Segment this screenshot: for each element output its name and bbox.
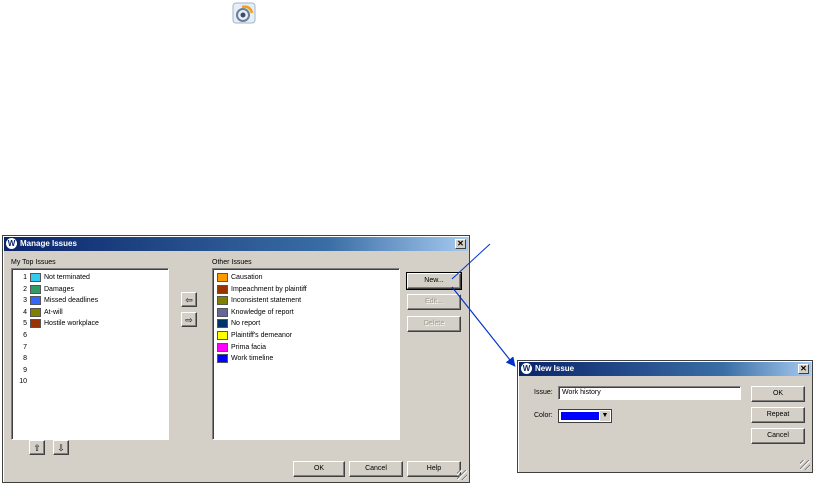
other-issues-label: Other Issues	[212, 259, 252, 266]
color-swatch	[217, 331, 228, 340]
w-logo-icon: W	[521, 363, 532, 374]
list-item[interactable]: Causation	[217, 273, 263, 283]
list-item-number: 7	[23, 343, 27, 351]
w-logo-icon: W	[6, 238, 17, 249]
list-item[interactable]: Work timeline	[217, 354, 273, 364]
list-item-number: 8	[23, 355, 27, 363]
top-issues-list[interactable]: 1 Not terminated 2 Damages 3 Missed deadlines…	[11, 268, 169, 440]
list-item-label: Missed deadlines	[44, 297, 99, 305]
help-button[interactable]: Help	[407, 461, 461, 477]
list-item-label: Inconsistent statement	[231, 297, 302, 305]
new-issue-titlebar[interactable]: W New Issue ✕	[519, 362, 811, 376]
resize-grip-icon[interactable]	[800, 460, 810, 470]
new-issue-ok-button[interactable]: OK	[751, 386, 805, 402]
list-item[interactable]: 3 Missed deadlines	[16, 296, 98, 306]
list-item[interactable]: 10	[16, 377, 30, 387]
repeat-button[interactable]: Repeat	[751, 407, 805, 423]
list-item-label: Damages	[44, 285, 74, 293]
close-icon[interactable]: ✕	[798, 364, 809, 374]
list-item[interactable]: Prima facia	[217, 342, 267, 353]
list-item-number: 5	[23, 320, 27, 328]
list-item[interactable]: Plaintiff's demeanor	[217, 331, 292, 341]
list-item[interactable]: Inconsistent statement	[217, 296, 301, 306]
close-icon[interactable]: ✕	[455, 239, 466, 249]
edit-button[interactable]: Edit...	[407, 294, 461, 310]
list-item[interactable]: 1 Not terminated	[16, 273, 90, 283]
list-item[interactable]: 2 Damages	[16, 284, 74, 295]
move-left-button[interactable]: ⇦	[181, 292, 197, 307]
list-item[interactable]: No report	[217, 319, 260, 329]
list-item[interactable]: 9	[16, 366, 30, 376]
cancel-button[interactable]: Cancel	[349, 461, 403, 477]
list-item-number: 3	[23, 297, 27, 305]
color-swatch	[561, 412, 599, 420]
issue-label: Issue:	[534, 389, 553, 396]
new-issue-cancel-button[interactable]: Cancel	[751, 428, 805, 444]
color-swatch	[217, 273, 228, 282]
color-swatch	[30, 273, 41, 282]
color-label: Color:	[534, 412, 553, 419]
list-item-number: 4	[23, 308, 27, 316]
camera-lens-icon	[232, 2, 256, 24]
list-item-label: At-will	[44, 308, 63, 316]
other-issues-list[interactable]: Causation Impeachment by plaintiff Inconsi…	[212, 268, 400, 440]
dialog-title: New Issue	[535, 364, 575, 373]
color-swatch	[30, 307, 41, 317]
list-item-label: Impeachment by plaintiff	[231, 285, 307, 293]
list-item-label: Knowledge of report	[231, 308, 294, 316]
list-item[interactable]: 4 At-will	[16, 307, 63, 318]
list-item-number: 9	[23, 366, 27, 374]
move-right-button[interactable]: ⇨	[181, 312, 197, 327]
color-swatch	[217, 296, 228, 306]
issue-input[interactable]: Work history	[558, 386, 741, 400]
color-swatch	[30, 319, 41, 329]
list-item-label: Prima facia	[231, 343, 267, 351]
color-swatch	[217, 319, 228, 329]
list-item-label: Causation	[231, 274, 263, 281]
manage-issues-dialog: W Manage Issues ✕ My Top Issues 1 Not ter…	[2, 235, 470, 483]
list-item[interactable]: 5 Hostile workplace	[16, 319, 99, 329]
list-item[interactable]: 7	[16, 343, 30, 353]
color-picker[interactable]: ▼	[558, 409, 612, 423]
color-swatch	[217, 307, 228, 317]
list-item[interactable]: Impeachment by plaintiff	[217, 284, 307, 295]
color-swatch	[217, 342, 228, 352]
delete-button[interactable]: Delete	[407, 316, 461, 332]
color-swatch	[30, 284, 41, 294]
move-down-button[interactable]: ⇩	[53, 440, 69, 455]
new-button[interactable]: New...	[406, 272, 462, 290]
top-issues-label: My Top Issues	[11, 259, 56, 266]
list-item[interactable]: 6	[16, 331, 30, 341]
color-swatch	[217, 284, 228, 294]
list-item[interactable]: Knowledge of report	[217, 307, 294, 318]
manage-issues-titlebar[interactable]: W Manage Issues ✕	[4, 237, 468, 251]
color-swatch	[217, 354, 228, 364]
new-issue-dialog: W New Issue ✕ Issue: Work history Color:…	[517, 360, 813, 473]
dropdown-arrow-icon[interactable]: ▼	[600, 411, 610, 421]
list-item-label: Work timeline	[231, 355, 274, 363]
list-item-label: Not terminated	[44, 274, 90, 281]
list-item-number: 2	[23, 285, 27, 293]
dialog-title: Manage Issues	[20, 239, 77, 248]
resize-grip-icon[interactable]	[457, 470, 467, 480]
list-item-label: Plaintiff's demeanor	[231, 332, 293, 339]
list-item-number: 10	[19, 378, 27, 386]
list-item-label: Hostile workplace	[44, 320, 99, 328]
color-swatch	[30, 296, 41, 306]
list-item-number: 6	[23, 332, 27, 339]
move-up-button[interactable]: ⇧	[29, 440, 45, 455]
list-item[interactable]: 8	[16, 354, 30, 364]
ok-button[interactable]: OK	[293, 461, 345, 477]
list-item-number: 1	[23, 274, 27, 281]
list-item-label: No report	[231, 320, 261, 328]
